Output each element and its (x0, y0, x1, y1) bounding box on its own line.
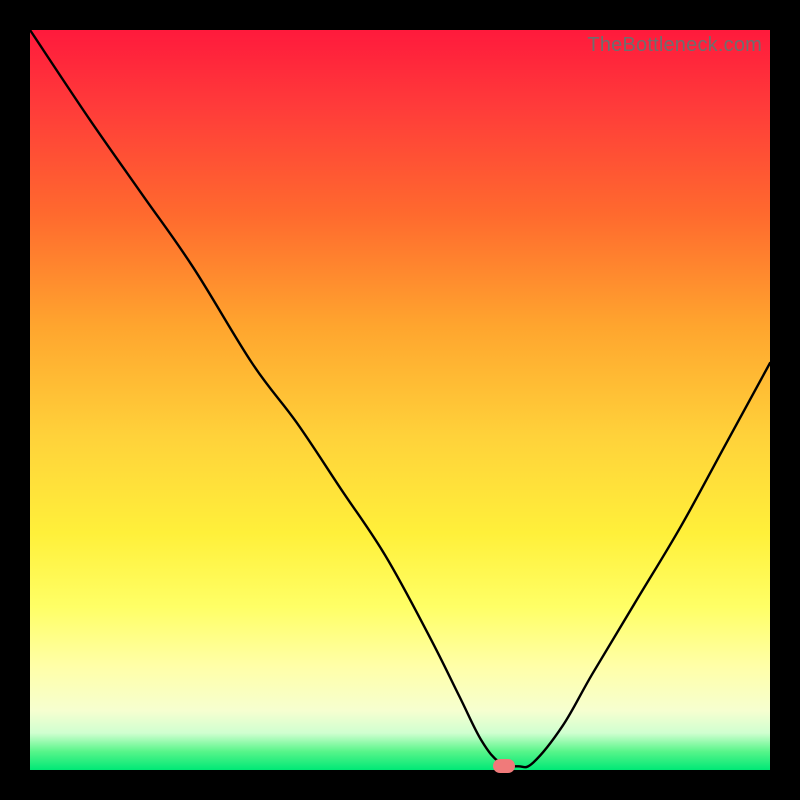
curve-svg (30, 30, 770, 770)
bottleneck-curve (30, 30, 770, 767)
plot-area: TheBottleneck.com (30, 30, 770, 770)
optimum-marker (493, 759, 515, 773)
chart-frame: TheBottleneck.com (0, 0, 800, 800)
